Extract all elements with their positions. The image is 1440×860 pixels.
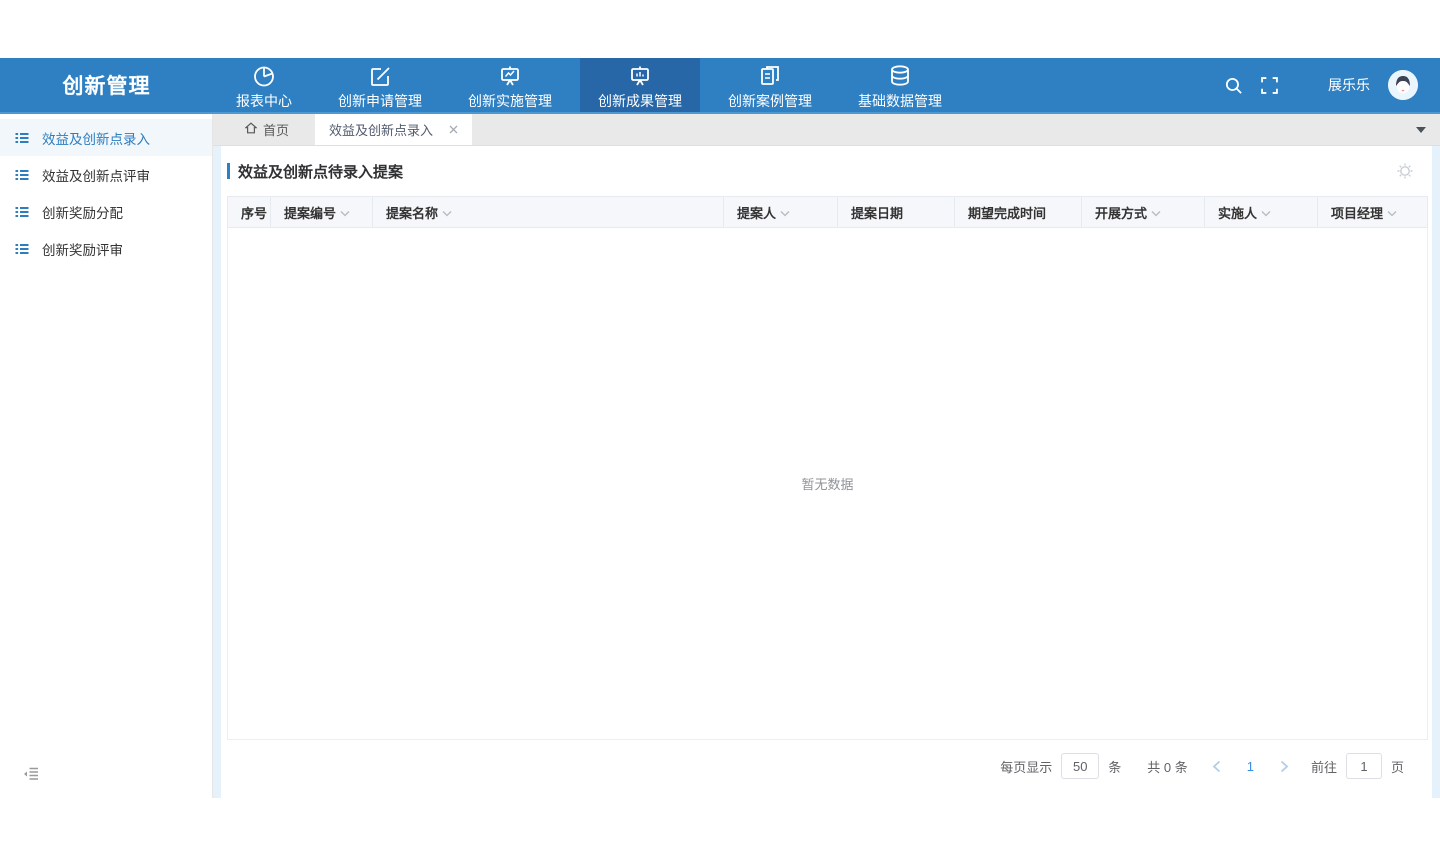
topbar-right-actions: 展乐乐 — [1224, 58, 1440, 112]
total-count-label: 共 0 条 — [1147, 757, 1187, 776]
user-name[interactable]: 展乐乐 — [1328, 75, 1370, 95]
sidebar: 效益及创新点录入 效益及创新点评审 — [0, 114, 213, 798]
nav-item-label: 创新申请管理 — [338, 92, 422, 110]
chevron-down-icon[interactable] — [442, 205, 452, 220]
sidebar-collapse-icon[interactable] — [22, 765, 40, 788]
column-header-expected-finish: 期望完成时间 — [955, 197, 1082, 228]
nav-item-innovation-achievement[interactable]: 创新成果管理 — [580, 58, 700, 112]
tab-home[interactable]: 首页 — [227, 114, 307, 145]
nav-item-label: 基础数据管理 — [858, 92, 942, 110]
table-header-row: 序号 提案编号 提案名称 提案人 提案日期 期望完成时间 开展方式 实施人 项目… — [228, 197, 1428, 228]
nav-item-report-center[interactable]: 报表中心 — [218, 58, 310, 112]
nav-item-label: 创新成果管理 — [598, 92, 682, 110]
column-header-method: 开展方式 — [1082, 197, 1205, 228]
goto-suffix-label: 页 — [1391, 757, 1404, 776]
nav-item-innovation-case[interactable]: 创新案例管理 — [710, 58, 830, 112]
pie-chart-icon — [251, 61, 277, 89]
sidebar-item-reward-review[interactable]: 创新奖励评审 — [0, 230, 212, 267]
main-area: 首页 效益及创新点录入 — [213, 114, 1440, 798]
sidebar-item-reward-allocation[interactable]: 创新奖励分配 — [0, 193, 212, 230]
body-layout: 效益及创新点录入 效益及创新点评审 — [0, 114, 1440, 798]
chevron-down-icon[interactable] — [340, 205, 350, 220]
sidebar-item-label: 效益及创新点评审 — [42, 165, 150, 185]
search-icon[interactable] — [1224, 76, 1243, 95]
database-icon — [887, 61, 913, 89]
title-accent-bar — [227, 163, 230, 179]
presentation-line-chart-icon — [497, 61, 523, 89]
tab-list-chevron-down-icon[interactable] — [1416, 114, 1440, 145]
proposals-table: 序号 提案编号 提案名称 提案人 提案日期 期望完成时间 开展方式 实施人 项目… — [227, 196, 1428, 740]
column-header-proposal-no: 提案编号 — [271, 197, 373, 228]
sidebar-item-benefit-review[interactable]: 效益及创新点评审 — [0, 156, 212, 193]
empty-state-text: 暂无数据 — [228, 228, 1428, 740]
list-icon — [14, 167, 30, 183]
list-icon — [14, 130, 30, 146]
per-page-input[interactable] — [1061, 753, 1099, 779]
close-icon[interactable] — [449, 125, 458, 134]
top-navigation-bar: 创新管理 报表中心 创新申请管理 — [0, 58, 1440, 114]
content-wrapper: 效益及创新点待录入提案 — [213, 146, 1440, 798]
tab-home-label: 首页 — [263, 120, 289, 139]
nav-item-innovation-application[interactable]: 创新申请管理 — [320, 58, 440, 112]
goto-page-input[interactable] — [1346, 753, 1382, 779]
gear-icon[interactable] — [1396, 162, 1414, 180]
app-title: 创新管理 — [0, 58, 213, 112]
edit-square-icon — [367, 61, 393, 89]
pagination: 每页显示 条 共 0 条 1 前往 页 — [221, 753, 1432, 779]
presentation-bar-chart-icon — [627, 61, 653, 89]
tab-bar: 首页 效益及创新点录入 — [213, 114, 1440, 146]
nav-item-label: 创新实施管理 — [468, 92, 552, 110]
chevron-down-icon[interactable] — [780, 205, 790, 220]
per-page-suffix-label: 条 — [1108, 757, 1121, 776]
panel-title-row: 效益及创新点待录入提案 — [221, 146, 1432, 196]
sidebar-item-label: 创新奖励分配 — [42, 202, 123, 222]
sidebar-item-label: 创新奖励评审 — [42, 239, 123, 259]
empty-state-row: 暂无数据 — [228, 228, 1428, 740]
home-icon — [245, 122, 257, 137]
top-nav-menu: 报表中心 创新申请管理 — [213, 58, 965, 112]
tab-benefit-entry[interactable]: 效益及创新点录入 — [315, 114, 472, 145]
page-title: 效益及创新点待录入提案 — [238, 161, 403, 182]
nav-item-base-data[interactable]: 基础数据管理 — [840, 58, 960, 112]
sidebar-item-label: 效益及创新点录入 — [42, 128, 150, 148]
chevron-right-icon[interactable] — [1280, 760, 1289, 773]
per-page-prefix-label: 每页显示 — [1000, 757, 1052, 776]
column-header-proposal-date: 提案日期 — [838, 197, 955, 228]
sidebar-item-benefit-entry[interactable]: 效益及创新点录入 — [0, 119, 212, 156]
column-header-project-manager: 项目经理 — [1318, 197, 1428, 228]
nav-item-innovation-implementation[interactable]: 创新实施管理 — [450, 58, 570, 112]
column-header-proposal-name: 提案名称 — [373, 197, 724, 228]
document-copy-icon — [757, 61, 783, 89]
list-icon — [14, 241, 30, 257]
nav-item-label: 创新案例管理 — [728, 92, 812, 110]
column-header-implementer: 实施人 — [1205, 197, 1318, 228]
chevron-down-icon[interactable] — [1261, 205, 1271, 220]
chevron-down-icon[interactable] — [1387, 205, 1397, 220]
chevron-left-icon[interactable] — [1212, 760, 1221, 773]
avatar[interactable] — [1388, 70, 1418, 100]
column-header-proposer: 提案人 — [724, 197, 838, 228]
tab-label: 效益及创新点录入 — [329, 120, 433, 139]
goto-prefix-label: 前往 — [1311, 757, 1337, 776]
nav-item-label: 报表中心 — [236, 92, 292, 110]
chevron-down-icon[interactable] — [1151, 205, 1161, 220]
page-number-current[interactable]: 1 — [1247, 759, 1254, 774]
app-window: 创新管理 报表中心 创新申请管理 — [0, 58, 1440, 800]
fullscreen-icon[interactable] — [1261, 77, 1278, 94]
content-panel: 效益及创新点待录入提案 — [221, 146, 1432, 798]
column-header-seq: 序号 — [228, 197, 271, 228]
list-icon — [14, 204, 30, 220]
